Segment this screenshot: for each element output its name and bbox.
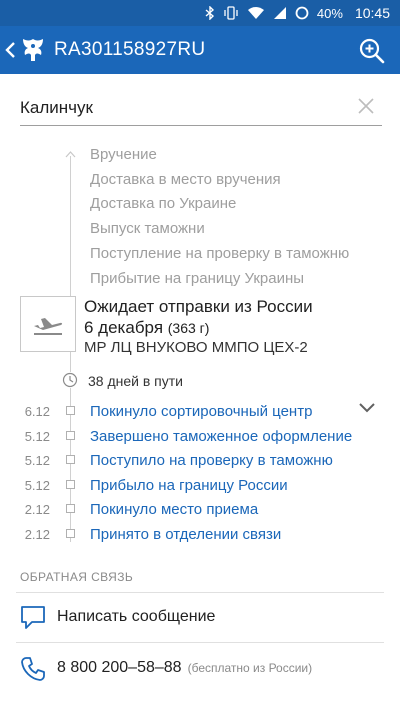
add-search-icon[interactable]	[358, 37, 386, 65]
phone-number: 8 800 200–58–88 (бесплатно из России)	[57, 659, 312, 677]
close-icon[interactable]	[356, 96, 376, 116]
event-text: Завершено таможенное оформление	[90, 428, 353, 445]
write-message-label: Написать сообщение	[57, 608, 216, 625]
status-icons: 40% 10:45	[205, 0, 390, 26]
event-text: Прибыло на границу России	[90, 477, 288, 494]
back-arrow-icon[interactable]	[2, 36, 18, 64]
wifi-icon	[247, 7, 264, 19]
event-marker	[66, 504, 75, 513]
event-text: Покинуло место приема	[90, 501, 259, 518]
event-marker	[66, 431, 75, 440]
app-bar: RA301158927RU	[0, 26, 400, 74]
bluetooth-icon	[205, 6, 214, 20]
future-step: Вручение	[90, 146, 157, 163]
status-bar: 40% 10:45	[0, 0, 400, 26]
current-status-title: Ожидает отправки из России	[84, 297, 313, 316]
event-date: 5.12	[24, 478, 50, 493]
event-text: Поступило на проверку в таможню	[90, 452, 333, 469]
battery-percent: 40%	[316, 5, 343, 21]
phone-call-button[interactable]: 8 800 200–58–88 (бесплатно из России)	[0, 644, 400, 694]
future-step: Поступление на проверку в таможню	[90, 245, 350, 262]
current-status-location: МР ЛЦ ВНУКОВО ММПО ЦЕХ-2	[84, 339, 308, 356]
feedback-section-label: ОБРАТНАЯ СВЯЗЬ	[20, 570, 134, 584]
current-date: 6 декабря	[84, 318, 164, 337]
vibrate-icon	[224, 6, 238, 20]
event-date: 5.12	[24, 429, 50, 444]
divider	[16, 592, 384, 593]
event-date: 2.12	[24, 502, 50, 517]
search-input[interactable]	[20, 94, 340, 122]
future-step: Доставка по Украине	[90, 195, 237, 212]
phone-note: (бесплатно из России)	[187, 661, 313, 675]
russian-post-logo	[23, 39, 43, 61]
phone-icon	[21, 657, 45, 681]
clock-time: 10:45	[354, 5, 390, 21]
event-marker	[66, 455, 75, 464]
phone-number-text: 8 800 200–58–88	[57, 659, 182, 676]
event-date: 2.12	[24, 527, 50, 542]
clock-icon	[62, 372, 78, 388]
future-step: Выпуск таможни	[90, 220, 205, 237]
future-step: Прибытие на границу Украины	[90, 270, 305, 287]
message-icon	[21, 606, 45, 629]
event-text: Покинуло сортировочный центр	[90, 403, 313, 420]
event-marker	[66, 529, 75, 538]
event-marker	[66, 480, 75, 489]
plane-icon	[34, 318, 63, 335]
divider	[16, 642, 384, 643]
event-marker	[66, 406, 75, 415]
write-message-button[interactable]: Написать сообщение	[0, 594, 400, 642]
current-status-date: 6 декабря (363 г)	[84, 318, 209, 338]
event-text: Принято в отделении связи	[90, 526, 282, 543]
parcel-weight: (363 г)	[167, 320, 210, 336]
event-date: 6.12	[24, 404, 50, 419]
search-field	[20, 90, 382, 126]
days-in-transit: 38 дней в пути	[88, 373, 183, 389]
event-date: 5.12	[24, 453, 50, 468]
signal-icon	[273, 7, 286, 19]
arrow-up-icon	[65, 151, 76, 158]
future-step: Доставка в место вручения	[90, 171, 281, 188]
tracking-number-title: RA301158927RU	[54, 39, 206, 60]
chevron-down-icon[interactable]	[358, 402, 376, 414]
battery-icon	[295, 6, 309, 20]
timeline-line-upper	[70, 156, 71, 296]
current-status-icon-box	[20, 296, 76, 352]
